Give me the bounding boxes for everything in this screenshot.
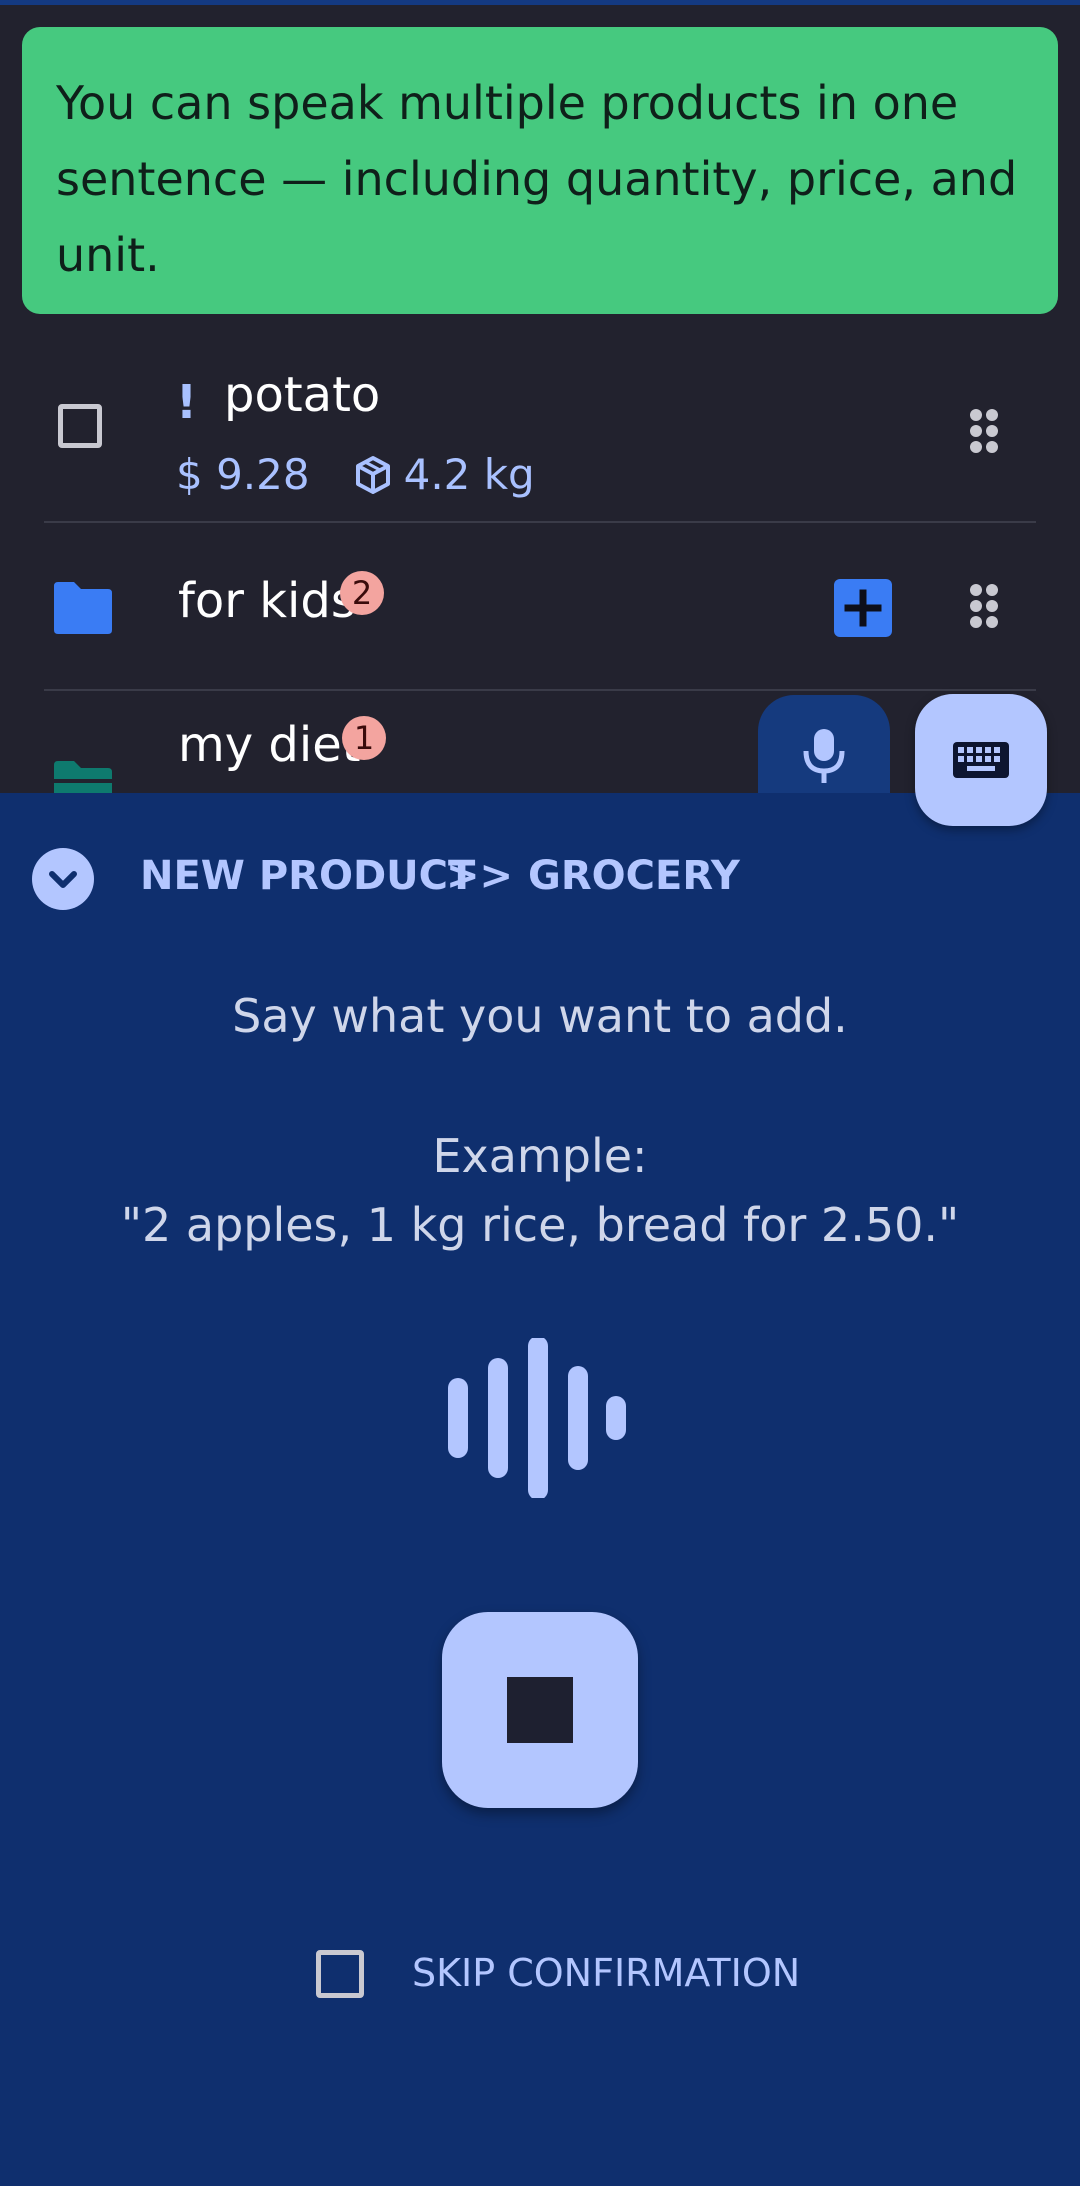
keyboard-icon <box>953 742 1009 778</box>
mic-icon <box>803 729 845 783</box>
plus-icon <box>844 589 882 627</box>
status-strip <box>0 0 1080 5</box>
folder-name: my diet <box>178 717 361 773</box>
folder-row-for-kids[interactable]: for kids 2 <box>0 525 1080 690</box>
voice-tip-text: You can speak multiple products in one s… <box>56 76 1018 282</box>
list-item-potato[interactable]: ! potato $ 9.28 4.2 kg <box>0 355 1080 521</box>
priority-icon: ! <box>176 375 197 429</box>
item-checkbox[interactable] <box>58 404 102 448</box>
keyboard-input-button[interactable] <box>915 694 1047 826</box>
item-quantity: 4.2 kg <box>403 450 535 499</box>
folder-icon <box>54 582 112 634</box>
stop-recording-button[interactable] <box>442 1612 638 1808</box>
package-icon <box>355 455 390 494</box>
breadcrumb-separator: >> <box>446 853 514 899</box>
drag-handle-icon[interactable] <box>968 582 1000 630</box>
item-price: $ 9.28 <box>176 450 310 499</box>
product-list: You can speak multiple products in one s… <box>0 0 1080 793</box>
sound-wave-icon <box>448 1338 626 1498</box>
breadcrumb-grocery: GROCERY <box>528 853 740 899</box>
example-text: "2 apples, 1 kg rice, bread for 2.50." <box>120 1198 960 1252</box>
stop-icon <box>507 1677 573 1743</box>
folder-name: for kids <box>178 573 356 629</box>
voice-add-panel: NEW PRODUCT >> GROCERY Say what you want… <box>0 793 1080 2186</box>
divider <box>44 689 1036 691</box>
item-meta: $ 9.28 4.2 kg <box>176 450 535 499</box>
item-name: potato <box>224 367 381 423</box>
drag-handle-icon[interactable] <box>968 407 1000 455</box>
add-to-folder-button[interactable] <box>834 579 892 637</box>
example-label: Example: <box>432 1129 648 1183</box>
folder-count-badge: 2 <box>340 571 384 615</box>
divider <box>44 521 1036 523</box>
open-folder-icon <box>54 761 112 793</box>
voice-tip-banner: You can speak multiple products in one s… <box>22 27 1058 314</box>
voice-input-button[interactable] <box>758 695 890 793</box>
collapse-panel-button[interactable] <box>32 848 94 910</box>
voice-prompt: Say what you want to add. <box>232 989 848 1043</box>
chevron-down-icon <box>49 871 77 888</box>
skip-confirmation-checkbox[interactable] <box>316 1950 364 1998</box>
breadcrumb-new-product: NEW PRODUCT <box>140 853 476 899</box>
folder-count-badge: 1 <box>342 716 386 760</box>
skip-confirmation-label[interactable]: SKIP CONFIRMATION <box>412 1951 800 1995</box>
